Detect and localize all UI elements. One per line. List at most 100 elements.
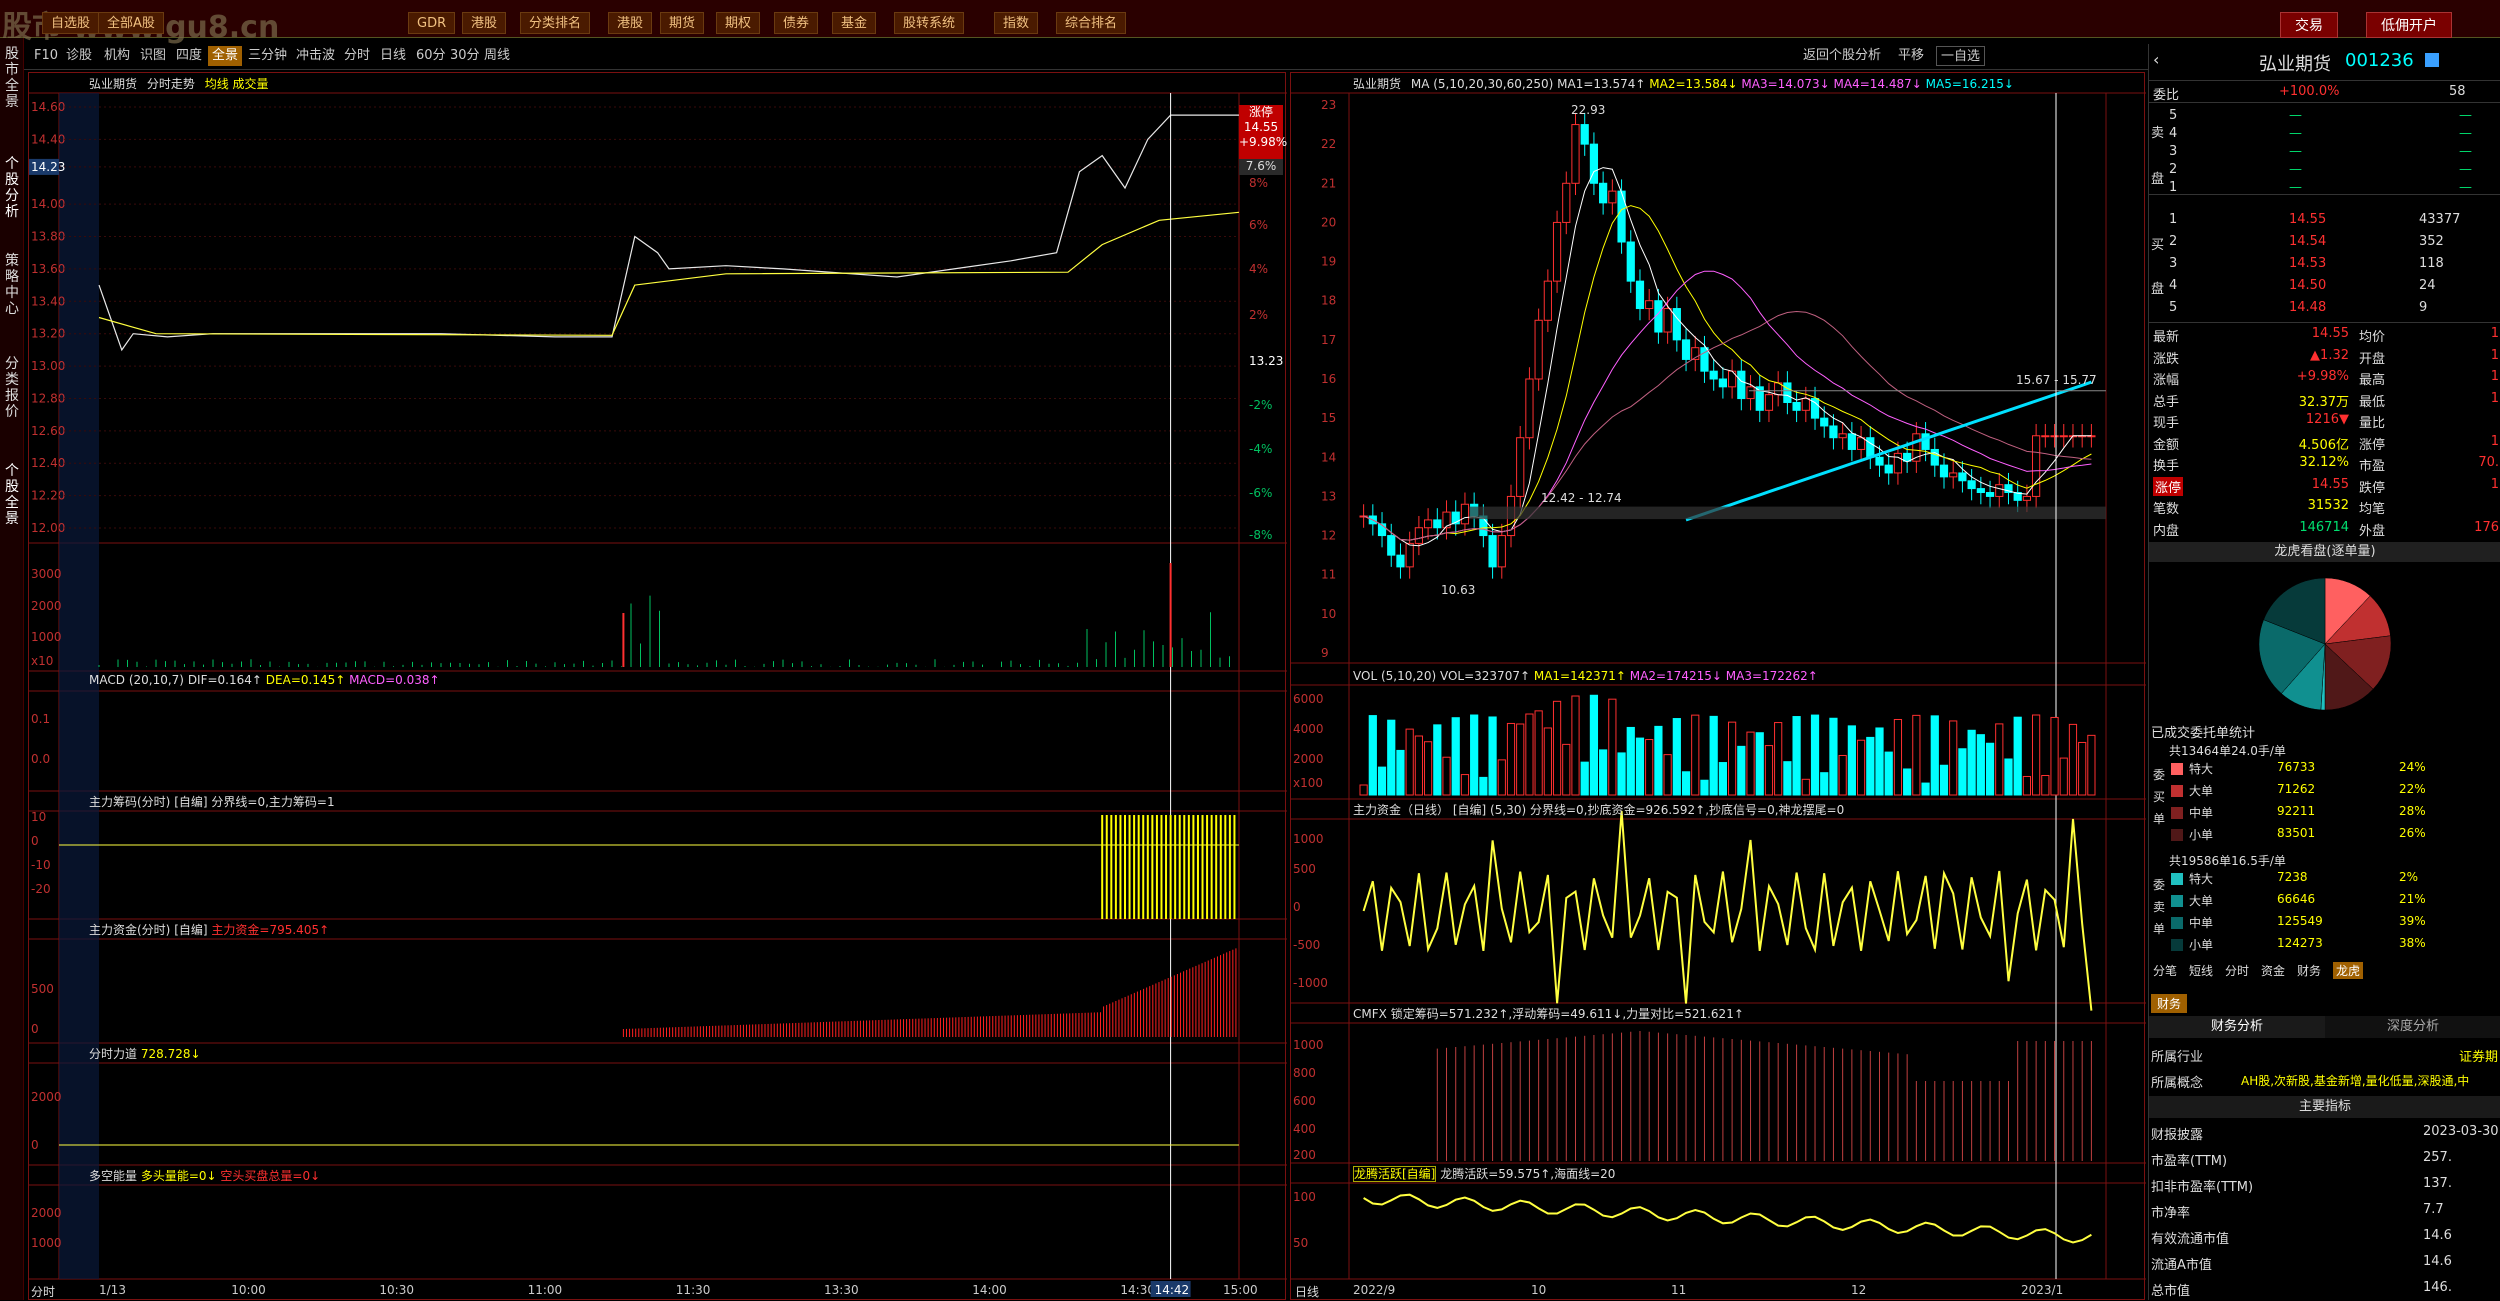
nav-diagnose[interactable]: 诊股 bbox=[62, 46, 96, 66]
nav-shockwave[interactable]: 冲击波 bbox=[292, 46, 339, 66]
tab-funds[interactable]: 基金 bbox=[832, 12, 876, 34]
buy-stat-vol: 83501 bbox=[2277, 826, 2315, 840]
zlzj-tick-label: 0 bbox=[31, 1022, 39, 1036]
tab-category-rank[interactable]: 分类排名 bbox=[520, 12, 590, 34]
daily-period-button[interactable]: 日线 bbox=[1295, 1283, 1319, 1300]
tab-3[interactable]: 资金 bbox=[2261, 962, 2285, 979]
concept-value[interactable]: AH股,次新股,基金新增,量化低量,深股通,中 bbox=[2241, 1072, 2500, 1089]
tab-2[interactable]: 分时 bbox=[2225, 962, 2249, 979]
candle-body bbox=[1784, 383, 1791, 403]
nav-three-min[interactable]: 三分钟 bbox=[244, 46, 291, 66]
tab-4[interactable]: 财务 bbox=[2297, 962, 2321, 979]
tab-hk-gdr[interactable]: GDR bbox=[408, 12, 455, 34]
nav-f10[interactable]: F10 bbox=[30, 46, 62, 66]
vol-bar bbox=[1360, 785, 1367, 795]
zlzj-title[interactable]: 主力资金(分时) bbox=[89, 923, 170, 937]
vol-bar bbox=[1830, 718, 1837, 795]
watchlist-select[interactable]: 一自选 bbox=[1936, 46, 1985, 66]
dkn-tick-label: 1000 bbox=[31, 1236, 62, 1250]
pan-button[interactable]: 平移 bbox=[1894, 46, 1928, 66]
dkn-title[interactable]: 多空能量 bbox=[89, 1169, 137, 1183]
finance-tab[interactable]: 财务 bbox=[2151, 994, 2187, 1013]
sidebar-item-category-quote[interactable]: 分类报价 bbox=[2, 356, 22, 441]
sell-row-label: 1 bbox=[2169, 180, 2177, 195]
pct-tick-label: -4% bbox=[1249, 442, 1272, 456]
cmfx-title[interactable]: CMFX bbox=[1353, 1007, 1387, 1021]
buy-side-char: 买 bbox=[2153, 788, 2165, 805]
zlcm-title[interactable]: 主力筹码(分时) bbox=[89, 795, 170, 809]
left-sidebar: 股市全景 个股分析 策略中心 分类报价 个股全景 bbox=[0, 38, 24, 1300]
nav-four-degree[interactable]: 四度 bbox=[172, 46, 206, 66]
nav-institution[interactable]: 机构 bbox=[100, 46, 134, 66]
weibi-value: +100.0% bbox=[2279, 84, 2339, 99]
vol-bar bbox=[1922, 783, 1929, 795]
back-chevron-icon[interactable]: ‹ bbox=[2153, 50, 2159, 69]
back-to-analysis-button[interactable]: 返回个股分析 bbox=[1799, 46, 1885, 66]
tab-hk2[interactable]: 港股 bbox=[608, 12, 652, 34]
tab-neeq[interactable]: 股转系统 bbox=[894, 12, 964, 34]
vol-bar bbox=[1415, 736, 1422, 795]
vol-bar bbox=[1996, 724, 2003, 795]
tab-composite-rank[interactable]: 综合排名 bbox=[1056, 12, 1126, 34]
vol-bar bbox=[1498, 760, 1505, 795]
nav-overview[interactable]: 全景 bbox=[208, 46, 242, 66]
tab-futures[interactable]: 期货 bbox=[660, 12, 704, 34]
vol-bar bbox=[1590, 695, 1597, 795]
nav-daily[interactable]: 日线 bbox=[376, 46, 410, 66]
sidebar-item-market[interactable]: 股市全景 bbox=[2, 46, 22, 116]
vol-tick-label: 1000 bbox=[31, 630, 62, 644]
vol-ma2: MA2=174215↓ bbox=[1630, 669, 1722, 683]
vol-bar bbox=[1904, 769, 1911, 795]
sidebar-item-stock-overview[interactable]: 个股全景 bbox=[2, 463, 22, 548]
candle-body bbox=[1950, 473, 1957, 477]
price-tick-label: 13 bbox=[1321, 489, 1336, 503]
daily-chart-svg[interactable]: 2322212019181716151413121110960004000200… bbox=[1291, 73, 2146, 1301]
open-account-button[interactable]: 低佣开户 bbox=[2366, 12, 2452, 38]
tab-bonds[interactable]: 债券 bbox=[774, 12, 818, 34]
tab-options[interactable]: 期权 bbox=[716, 12, 760, 34]
candle-body bbox=[1931, 449, 1938, 465]
sidebar-item-strategy[interactable]: 策略中心 bbox=[2, 253, 22, 338]
vol-bar bbox=[1775, 723, 1782, 795]
intraday-period-button[interactable]: 分时 bbox=[31, 1283, 55, 1300]
nav-intraday[interactable]: 分时 bbox=[340, 46, 374, 66]
vol-bar bbox=[1729, 722, 1736, 795]
candle-body bbox=[1581, 125, 1588, 145]
nav-weekly[interactable]: 周线 bbox=[480, 46, 514, 66]
vol-title[interactable]: VOL bbox=[1353, 669, 1377, 683]
tab-5[interactable]: 龙虎 bbox=[2333, 962, 2363, 979]
nav-30min[interactable]: 30分 bbox=[446, 46, 484, 66]
buy-stat-pct: 24% bbox=[2399, 760, 2426, 774]
lt-title[interactable]: 龙腾活跃[自编] bbox=[1353, 1166, 1436, 1182]
fin-row-value: 14.6 bbox=[2423, 1254, 2452, 1269]
tab-all-a-shares[interactable]: 全部A股 bbox=[98, 12, 164, 34]
vol-bar bbox=[1369, 716, 1376, 795]
industry-value[interactable]: 证券期 bbox=[2459, 1046, 2498, 1065]
fin-subtab-deep[interactable]: 深度分析 bbox=[2325, 1016, 2500, 1038]
nav-60min[interactable]: 60分 bbox=[412, 46, 450, 66]
vol-bar bbox=[1756, 733, 1763, 795]
sidebar-item-stock-analysis[interactable]: 个股分析 bbox=[2, 156, 22, 241]
fsld-title[interactable]: 分时力道 bbox=[89, 1047, 137, 1061]
nav-pattern[interactable]: 识图 bbox=[136, 46, 170, 66]
vol-bar bbox=[1397, 750, 1404, 795]
fin-subtab-analysis[interactable]: 财务分析 bbox=[2149, 1016, 2325, 1038]
macd-tick-label: 0.0 bbox=[31, 752, 50, 766]
stat-key: 涨跌 bbox=[2153, 348, 2179, 367]
vol-bar bbox=[1673, 719, 1680, 795]
sell-stat-label: 中单 bbox=[2189, 914, 2213, 931]
vol-bar bbox=[1682, 772, 1689, 795]
quote-panel: ‹ 弘业期货 001236 委比 +100.0% 58 5— —4— —3— —2— —… bbox=[2148, 44, 2500, 1300]
tab-index[interactable]: 指数 bbox=[994, 12, 1038, 34]
tab-hk[interactable]: 港股 bbox=[462, 12, 506, 34]
vol-tick-label: 2000 bbox=[31, 599, 62, 613]
tab-watchlist[interactable]: 自选股 bbox=[42, 12, 99, 34]
daily-zlzj-title[interactable]: 主力资金（日线） bbox=[1353, 803, 1449, 817]
sell-row-price: — bbox=[2289, 162, 2302, 177]
tab-0[interactable]: 分笔 bbox=[2153, 962, 2177, 979]
trade-button[interactable]: 交易 bbox=[2280, 12, 2338, 38]
tab-1[interactable]: 短线 bbox=[2189, 962, 2213, 979]
price-tick-label: 18 bbox=[1321, 294, 1336, 308]
macd-title[interactable]: MACD bbox=[89, 673, 125, 687]
stat-key-2: 涨停 bbox=[2359, 434, 2385, 453]
